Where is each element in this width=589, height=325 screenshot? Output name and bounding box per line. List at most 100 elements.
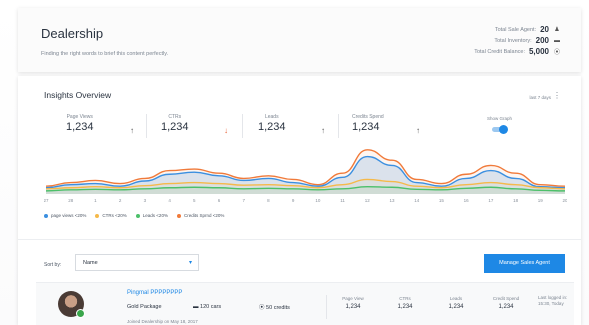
- insights-chart: 27 28 1 2 3 4 5 6 7 8 9 10 11 12 13 14 15 16 17 18 19 20: [44, 149, 567, 203]
- legend-item: Credits Sprnd <20%: [176, 213, 225, 218]
- row-stat-leads: Leads 1,234: [441, 296, 471, 310]
- chart-legend: page views <20% CTRs <20% Leads <20% Cre…: [44, 213, 224, 218]
- metric-page-views: Page Views 1,234: [66, 114, 94, 133]
- legend-item: CTRs <20%: [95, 213, 127, 218]
- last-logged-value: 15:30, Today: [538, 301, 564, 306]
- x-tick-label: 9: [292, 198, 295, 203]
- metric-ctrs: CTRs 1,234: [161, 114, 189, 133]
- x-tick-label: 4: [168, 198, 171, 203]
- row-divider: [326, 295, 327, 319]
- coin-icon: ⦿: [259, 305, 265, 311]
- agent-plan: Gold Package: [127, 304, 162, 310]
- row-stat-value: 1,234: [448, 304, 464, 310]
- metric-value: 1,234: [258, 121, 286, 133]
- legend-label: Credits Sprnd <20%: [183, 213, 225, 218]
- trend-up-icon: ↑: [321, 126, 325, 135]
- chevron-down-icon: ▾: [188, 260, 192, 266]
- more-options-icon[interactable]: ⋮: [553, 91, 561, 100]
- header-card: Dealership Finding the right words to br…: [18, 8, 581, 72]
- row-stat-credit-spend: Credit Spend 1,234: [488, 296, 524, 310]
- x-tick-label: 8: [267, 198, 270, 203]
- legend-item: Leads <20%: [135, 213, 168, 218]
- insights-card: Insights Overview last 7 days ⋮ Page Vie…: [18, 76, 581, 325]
- insights-title: Insights Overview: [44, 90, 112, 100]
- x-tick-label: 18: [513, 198, 519, 203]
- row-stat-page-view: Page View 1,234: [338, 296, 368, 310]
- x-tick-label: 20: [562, 198, 567, 203]
- x-tick-label: 27: [44, 198, 49, 203]
- x-tick-label: 14: [414, 198, 420, 203]
- legend-label: Leads <20%: [142, 213, 168, 218]
- manage-sales-agent-button[interactable]: Manage Sales Agent: [484, 254, 565, 273]
- row-stat-ctrs: CTRs 1,234: [390, 296, 420, 310]
- row-stat-label: Credit Spend: [492, 296, 520, 301]
- agent-cars: ▬ 120 cars: [193, 304, 221, 310]
- sort-label: Sort by:: [44, 262, 62, 268]
- agent-name-link[interactable]: Pingmal PPPPPPPP: [127, 290, 182, 296]
- show-graph-label: Show Graph: [487, 116, 513, 121]
- legend-label: CTRs <20%: [102, 213, 127, 218]
- x-tick-label: 17: [488, 198, 494, 203]
- people-icon: ♟: [554, 27, 560, 33]
- dealership-dashboard: Dealership Finding the right words to br…: [0, 0, 589, 325]
- metric-label: Credits Spend: [352, 114, 384, 120]
- sort-select[interactable]: Name ▾: [75, 254, 199, 271]
- car-icon: ▬: [193, 304, 199, 310]
- stat-total-sale-agent: Total Sale Agent: 20 ♟: [474, 24, 561, 35]
- legend-dot: [95, 213, 100, 218]
- x-tick-label: 6: [218, 198, 221, 203]
- date-range-selector[interactable]: last 7 days: [529, 95, 551, 100]
- header-stats: Total Sale Agent: 20 ♟ Total Inventory: …: [474, 24, 561, 57]
- metric-divider: [338, 114, 339, 138]
- row-stat-label: Leads: [449, 296, 463, 301]
- legend-item: page views <20%: [44, 213, 86, 218]
- stat-label: Total Credit Balance:: [474, 48, 525, 55]
- stat-total-credit-balance: Total Credit Balance: 5,000 ⦿: [474, 46, 561, 57]
- page-subtitle: Finding the right words to brief this co…: [41, 51, 169, 57]
- x-tick-label: 15: [439, 198, 445, 203]
- coin-icon: ⦿: [553, 50, 560, 56]
- stat-value: 5,000: [528, 47, 549, 56]
- last-logged-in: Last logged in: 15:30, Today: [538, 295, 567, 307]
- row-stat-value: 1,234: [397, 304, 413, 310]
- stat-value: 20: [540, 25, 549, 34]
- x-tick-label: 10: [315, 198, 321, 203]
- row-stat-label: CTRs: [399, 296, 411, 301]
- metric-divider: [242, 114, 243, 138]
- metric-label: Leads: [264, 114, 279, 120]
- toggle-knob[interactable]: [499, 125, 508, 134]
- cars-count: 120 cars: [200, 304, 222, 310]
- page-title: Dealership: [41, 26, 104, 41]
- agent-row[interactable]: Pingmal PPPPPPPP Gold Package ▬ 120 cars…: [36, 282, 574, 325]
- section-divider: [18, 239, 581, 240]
- x-tick-label: 2: [119, 198, 122, 203]
- metric-credits-spend: Credits Spend 1,234: [352, 114, 384, 133]
- metric-value: 1,234: [66, 121, 94, 133]
- metric-label: CTRs: [168, 114, 182, 120]
- trend-up-icon: ↑: [130, 126, 134, 135]
- show-graph-toggle[interactable]: [492, 125, 508, 134]
- trend-up-icon: ↑: [416, 126, 420, 135]
- row-stat-value: 1,234: [498, 304, 514, 310]
- stat-label: Total Sale Agent:: [494, 26, 537, 33]
- legend-dot: [44, 213, 48, 218]
- trend-down-icon: ↓: [224, 126, 228, 135]
- x-tick-label: 7: [242, 198, 245, 203]
- sort-value: Name: [83, 260, 98, 266]
- online-badge-icon: [76, 309, 85, 318]
- metric-leads: Leads 1,234: [258, 114, 286, 133]
- x-tick-label: 16: [464, 198, 470, 203]
- legend-dot: [135, 213, 140, 218]
- row-stat-value: 1,234: [345, 304, 361, 310]
- x-tick-label: 19: [538, 198, 544, 203]
- agent-credits: ⦿ 50 credits: [259, 303, 290, 311]
- metric-value: 1,234: [352, 121, 380, 133]
- credits-count: 50 credits: [266, 305, 290, 311]
- stat-total-inventory: Total Inventory: 200 ▬: [474, 35, 561, 46]
- car-icon: ▬: [554, 37, 560, 44]
- metric-value: 1,234: [161, 121, 189, 133]
- x-tick-label: 1: [94, 198, 97, 203]
- metric-label: Page Views: [66, 114, 93, 120]
- x-tick-label: 3: [144, 198, 147, 203]
- x-tick-label: 12: [365, 198, 371, 203]
